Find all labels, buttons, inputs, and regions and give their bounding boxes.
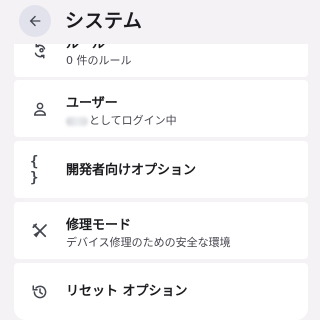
item-title: ユーザー	[66, 96, 118, 111]
item-title: 修理モード	[66, 218, 132, 233]
item-subtitle: 0 件のルール	[66, 54, 132, 67]
settings-item-users[interactable]: ユーザー としてログイン中	[14, 80, 308, 137]
settings-item-developer-options[interactable]: { } 開発者向けオプション	[14, 141, 308, 198]
redacted-username	[66, 116, 88, 126]
back-button[interactable]	[19, 5, 51, 37]
item-subtitle: としてログイン中	[66, 113, 177, 129]
settings-item-repair-mode[interactable]: 修理モード デバイス修理のための安全な環境	[14, 202, 308, 259]
item-title: リセット オプション	[66, 284, 188, 299]
app-bar: システム	[0, 0, 320, 44]
arrow-back-icon	[29, 15, 41, 27]
history-icon	[30, 282, 50, 302]
tools-icon	[30, 221, 50, 241]
settings-item-reset-options[interactable]: リセット オプション	[14, 263, 308, 320]
page-title: システム	[65, 10, 143, 32]
item-subtitle: デバイス修理のための安全な環境	[66, 236, 231, 249]
item-title: 開発者向けオプション	[66, 163, 197, 178]
person-icon	[30, 99, 50, 119]
rules-icon	[30, 41, 50, 61]
code-braces-icon: { }	[30, 154, 40, 186]
